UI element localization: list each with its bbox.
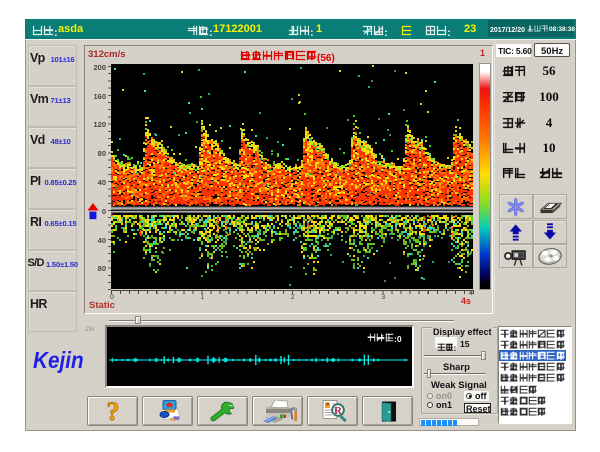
svg-text:?: ? (107, 397, 120, 426)
